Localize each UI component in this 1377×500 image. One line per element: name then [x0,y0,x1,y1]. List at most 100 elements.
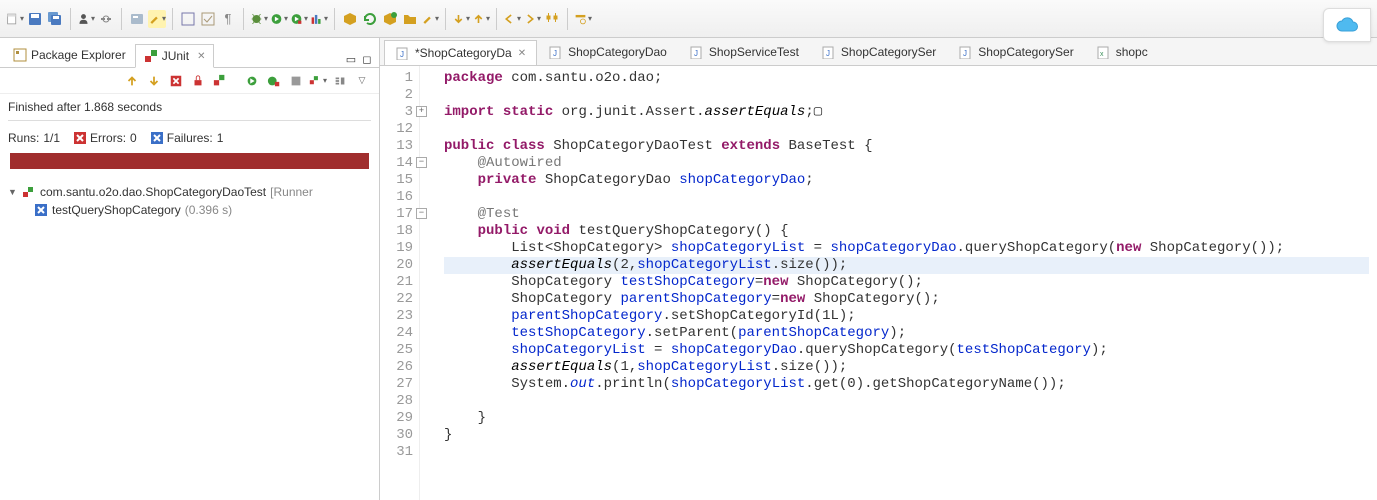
code-content[interactable]: package com.santu.o2o.dao; import static… [436,66,1377,500]
toolbar-sep [172,8,173,30]
rerun-failed-button[interactable] [265,72,283,90]
show-failures-only-button[interactable] [167,72,185,90]
test-class-row[interactable]: ▼ com.santu.o2o.dao.ShopCategoryDaoTest … [8,183,371,201]
close-icon[interactable]: ✕ [518,48,526,59]
editor-tab-label: ShopServiceTest [709,45,799,59]
fold-toggle[interactable]: + [416,106,427,117]
test-history-button[interactable] [309,72,327,90]
errors-stat: Errors: 0 [74,131,137,145]
editor-tab-label: *ShopCategoryDa [415,46,512,60]
close-icon[interactable]: ✕ [197,51,205,62]
failures-stat: Failures: 1 [151,131,224,145]
edit-button[interactable] [421,10,439,28]
prev-failure-button[interactable] [123,72,141,90]
junit-stats: Runs: 1/1 Errors: 0 Failures: 1 [0,127,379,153]
toolbar-sep [567,8,568,30]
highlight-button[interactable] [148,10,166,28]
debug-button[interactable] [250,10,268,28]
editor-tab[interactable]: J ShopCategorySer [947,39,1084,65]
back-button[interactable] [503,10,521,28]
open-type-hierarchy-button[interactable] [381,10,399,28]
runner-suffix: [Runner [270,185,313,199]
java-file-icon: x [1096,45,1110,59]
stop-junit-button[interactable] [287,72,305,90]
next-failure-button[interactable] [145,72,163,90]
test-method-row[interactable]: testQueryShopCategory (0.396 s) [8,201,371,219]
runs-value: 1/1 [43,131,60,145]
svg-text:J: J [963,49,967,58]
open-task-button[interactable] [199,10,217,28]
open-type-button[interactable] [179,10,197,28]
editor-tab[interactable]: J ShopCategoryDao [537,39,678,65]
toolbar-sep [70,8,71,30]
save-button[interactable] [26,10,44,28]
fold-toggle[interactable]: − [416,208,427,219]
editor-tab-label: ShopCategoryDao [568,45,667,59]
rerun-test-button[interactable] [211,72,229,90]
cloud-sync-badge[interactable] [1323,8,1371,42]
svg-text:J: J [553,49,557,58]
junit-icon [144,49,158,63]
next-annotation-button[interactable] [452,10,470,28]
test-method-name: testQueryShopCategory [52,203,181,217]
pin-button[interactable] [331,72,349,90]
svg-text:J: J [694,49,698,58]
java-file-icon: J [821,45,835,59]
fold-column [420,66,436,500]
user-button[interactable] [77,10,95,28]
run-button[interactable] [270,10,288,28]
cloud-icon [1335,17,1359,33]
toolbar-sep [121,8,122,30]
svg-text:x: x [1100,51,1104,58]
test-time: (0.396 s) [185,203,232,217]
new-server-button[interactable] [128,10,146,28]
editor-body[interactable]: 123+121314−151617−1819202122232425262728… [380,66,1377,500]
coverage-button[interactable] [310,10,328,28]
test-class-name: com.santu.o2o.dao.ShopCategoryDaoTest [40,185,266,199]
editor-tab[interactable]: xshopc [1085,39,1159,65]
view-menu-button[interactable]: ▽ [353,72,371,90]
java-file-icon: J [548,45,562,59]
main-toolbar: ¶ [0,0,1377,38]
open-resource-button[interactable] [401,10,419,28]
editor-tab-bar: J *ShopCategoryDa ✕ J ShopCategoryDao J ShopSe… [380,38,1377,66]
junit-toolbar: ▽ [0,68,379,94]
package-explorer-tab[interactable]: Package Explorer [4,43,135,67]
editor-tab[interactable]: JShopCategorySer [810,39,947,65]
line-number-gutter: 123+121314−151617−1819202122232425262728… [380,66,420,500]
home-button[interactable] [543,10,561,28]
new-package-button[interactable] [341,10,359,28]
run-external-button[interactable] [290,10,308,28]
runs-stat: Runs: 1/1 [8,131,60,145]
toolbar-sep [334,8,335,30]
package-explorer-label: Package Explorer [31,48,126,62]
editor-tab-label: ShopCategorySer [978,45,1073,59]
forward-button[interactable] [523,10,541,28]
rerun-last-button[interactable] [243,72,261,90]
link-editor-button[interactable] [97,10,115,28]
errors-value: 0 [130,131,137,145]
junit-view: Package Explorer JUnit ✕ ▭ ◻ ▽ Fi [0,38,380,500]
search-button[interactable] [574,10,592,28]
error-icon [74,132,86,144]
failures-value: 1 [217,131,224,145]
prev-annotation-button[interactable] [472,10,490,28]
junit-label: JUnit [162,49,189,63]
scroll-lock-button[interactable] [189,72,207,90]
toolbar-sep [496,8,497,30]
maximize-view-button[interactable]: ◻ [359,51,375,67]
junit-tab[interactable]: JUnit ✕ [135,44,215,68]
show-whitespace-button[interactable]: ¶ [219,10,237,28]
test-suite-icon [22,185,36,199]
expand-icon: ▼ [8,187,18,197]
fold-toggle[interactable]: − [416,157,427,168]
refresh-button[interactable] [361,10,379,28]
save-all-button[interactable] [46,10,64,28]
new-wizard-button[interactable] [6,10,24,28]
java-file-icon: J [958,45,972,59]
minimize-view-button[interactable]: ▭ [343,51,359,67]
editor-tab[interactable]: J*ShopCategoryDa✕ [384,40,537,66]
editor-tab[interactable]: J ShopServiceTest [678,39,810,65]
view-tab-bar: Package Explorer JUnit ✕ ▭ ◻ [0,38,379,68]
junit-status: Finished after 1.868 seconds [0,94,379,120]
